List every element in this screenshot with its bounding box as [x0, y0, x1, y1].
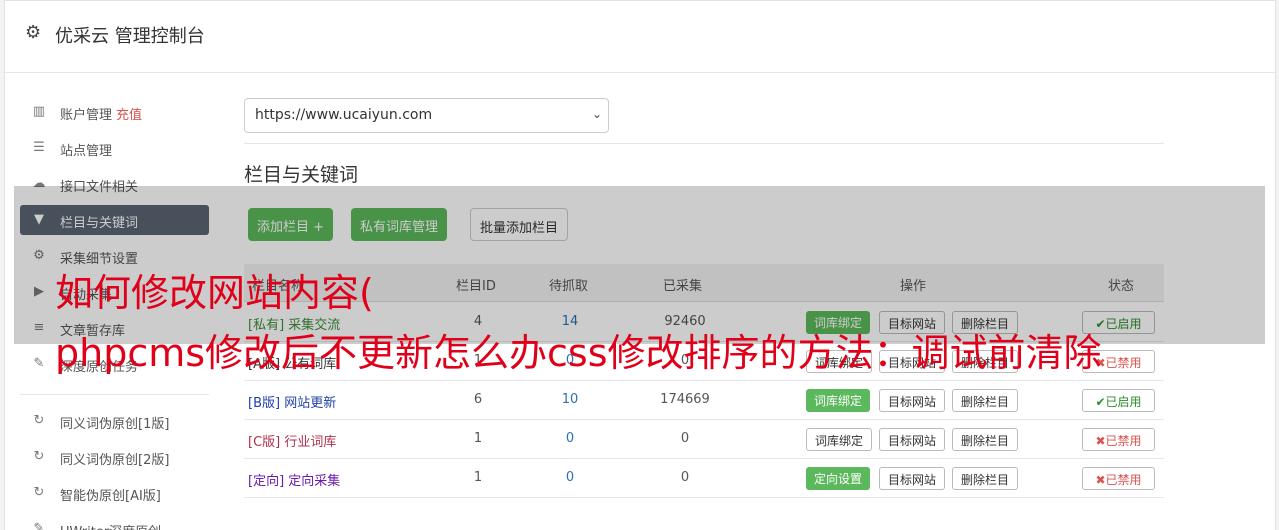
column-tag: [C版] [248, 435, 281, 450]
status-toggle[interactable]: ✖已禁用 [1082, 467, 1155, 490]
refresh-icon: ↻ [33, 485, 45, 500]
pending-count[interactable]: 10 [540, 392, 600, 407]
collected-count: 0 [680, 470, 690, 485]
cross-icon: ✖ [1095, 434, 1106, 448]
column-name[interactable]: [C版] 行业词库 [248, 431, 336, 450]
sidebar-item-ai-original[interactable]: ↻ 智能伪原创[AI版] [20, 478, 209, 508]
column-title: 网站更新 [284, 396, 337, 411]
site-select-value: https://www.ucaiyun.com [255, 107, 433, 123]
delete-column-button[interactable]: 删除栏目 [952, 389, 1019, 412]
overlay-banner [14, 186, 1265, 344]
table-row: [C版] 行业词库 1 0 0 词库绑定 目标网站 删除栏目 ✖已禁用 [244, 420, 1164, 459]
column-name[interactable]: [定向] 定向采集 [248, 470, 340, 489]
divider [244, 143, 1164, 144]
status-label: 已启用 [1105, 395, 1142, 409]
lexicon-bind-button[interactable]: 词库绑定 [806, 428, 873, 451]
column-id: 1 [473, 431, 483, 446]
delete-column-button[interactable]: 删除栏目 [952, 428, 1019, 451]
target-site-button[interactable]: 目标网站 [879, 428, 946, 451]
sidebar-divider [20, 394, 209, 395]
column-tag: [B版] [248, 396, 281, 411]
check-icon: ✔ [1095, 395, 1106, 409]
recharge-link[interactable]: 充值 [116, 108, 142, 123]
gear-icon: ⚙ [25, 22, 42, 43]
sidebar-item-label: 账户管理 [60, 108, 113, 123]
table-row: [定向] 定向采集 1 0 0 定向设置 目标网站 删除栏目 ✖已禁用 [244, 459, 1164, 498]
page-header: ⚙ 优采云 管理控制台 [5, 1, 1275, 73]
delete-column-button[interactable]: 删除栏目 [952, 467, 1019, 490]
sidebar-item-label: 智能伪原创[AI版] [60, 489, 161, 504]
refresh-icon: ↻ [33, 413, 45, 428]
edit-icon: ✎ [33, 356, 45, 371]
sidebar-item-label: UWriter深度原创 [60, 521, 161, 530]
column-id: 6 [473, 392, 483, 407]
column-title: 定向采集 [288, 474, 341, 489]
sidebar-item-label: 站点管理 [60, 144, 113, 159]
pending-count[interactable]: 0 [540, 431, 600, 446]
column-title: 行业词库 [284, 435, 337, 450]
page-title: 优采云 管理控制台 [55, 26, 205, 47]
column-tag: [定向] [248, 474, 285, 489]
sidebar-item-sites[interactable]: ☰ 站点管理 [20, 133, 209, 163]
collected-count: 174669 [660, 392, 710, 407]
target-site-button[interactable]: 目标网站 [879, 389, 946, 412]
sidebar-item-synonym-v2[interactable]: ↻ 同义词伪原创[2版] [20, 442, 209, 472]
status-label: 已禁用 [1105, 434, 1142, 448]
status-toggle[interactable]: ✖已禁用 [1082, 428, 1155, 451]
lexicon-bind-button[interactable]: 定向设置 [806, 467, 871, 490]
site-select[interactable]: https://www.ucaiyun.com ⌄ [244, 98, 609, 133]
sidebar-item-label: 同义词伪原创[2版] [60, 453, 170, 468]
target-site-button[interactable]: 目标网站 [879, 467, 946, 490]
status-toggle[interactable]: ✔已启用 [1082, 389, 1155, 412]
table-row: [B版] 网站更新 6 10 174669 词库绑定 目标网站 删除栏目 ✔已启用 [244, 381, 1164, 420]
pending-count[interactable]: 0 [540, 470, 600, 485]
lexicon-bind-button[interactable]: 词库绑定 [806, 389, 871, 412]
overlay-headline-line2: phpcms修改后不更新怎么办css修改排序的方法：调试前清除 [55, 331, 1102, 375]
sidebar-item-account[interactable]: ▥ 账户管理 充值 [20, 97, 209, 127]
bar-chart-icon: ▥ [32, 104, 46, 119]
sidebar-item-uwriter[interactable]: ✎ UWriter深度原创 [20, 514, 209, 530]
status-label: 已禁用 [1105, 356, 1142, 370]
cross-icon: ✖ [1095, 473, 1106, 487]
sidebar-item-synonym-v1[interactable]: ↻ 同义词伪原创[1版] [20, 406, 209, 436]
refresh-icon: ↻ [33, 449, 45, 464]
sidebar-item-label: 同义词伪原创[1版] [60, 417, 170, 432]
edit-icon: ✎ [33, 521, 45, 530]
column-name[interactable]: [B版] 网站更新 [248, 392, 336, 411]
column-id: 1 [473, 470, 483, 485]
collected-count: 0 [680, 431, 690, 446]
section-title: 栏目与关键词 [244, 164, 359, 186]
status-label: 已禁用 [1105, 473, 1142, 487]
chevron-down-icon: ⌄ [591, 107, 602, 121]
server-icon: ☰ [33, 140, 45, 155]
overlay-headline-line1: 如何修改网站内容( [55, 271, 374, 315]
